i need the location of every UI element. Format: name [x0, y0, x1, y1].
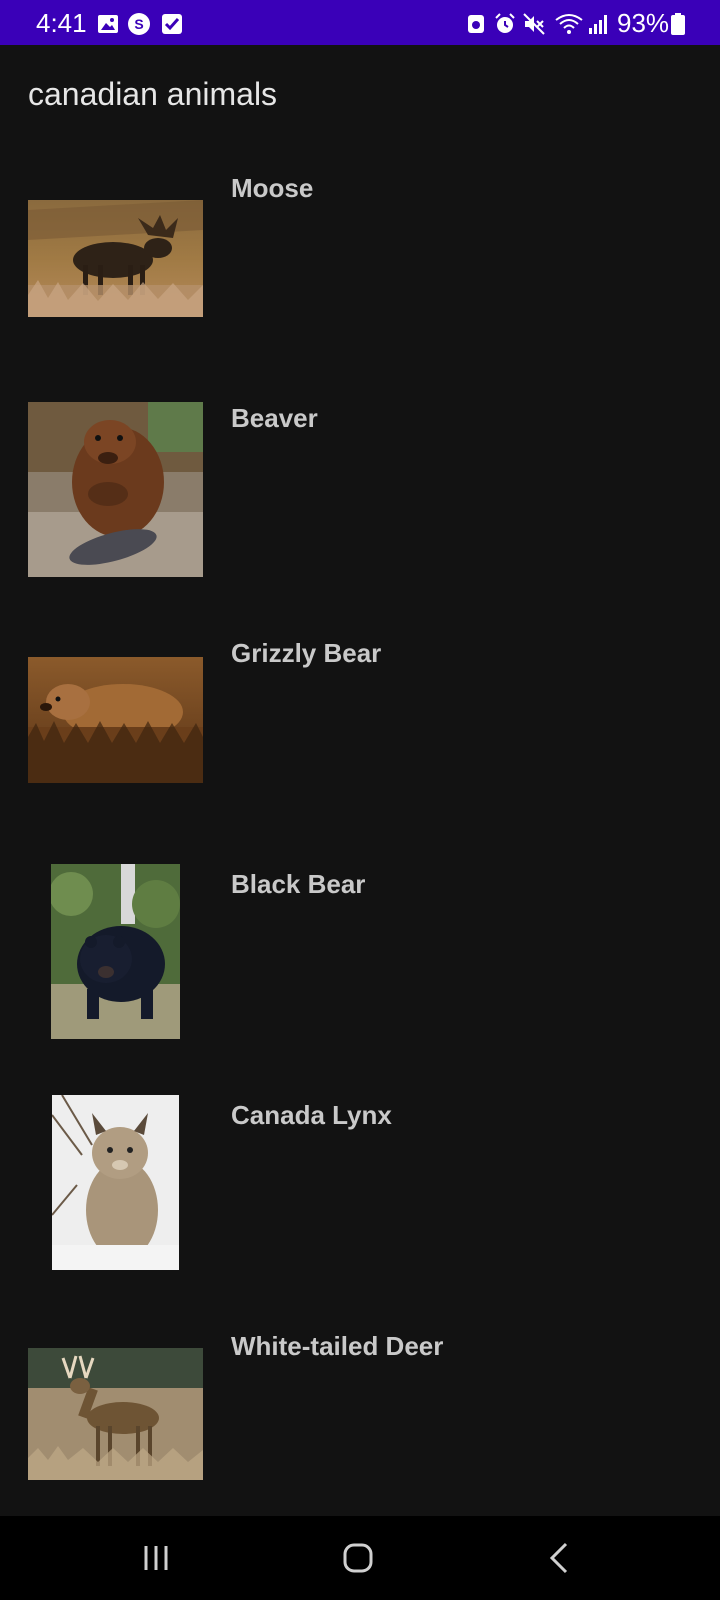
s-app-icon: S — [128, 13, 150, 35]
back-icon[interactable] — [530, 1536, 590, 1580]
page-title: canadian animals — [28, 76, 278, 112]
animal-name: Beaver — [231, 403, 318, 433]
black-bear-photo — [51, 864, 180, 1039]
svg-text:S: S — [134, 16, 143, 32]
recents-icon[interactable] — [126, 1536, 186, 1580]
home-icon[interactable] — [328, 1536, 388, 1580]
android-badge-icon — [468, 15, 484, 33]
animal-name: Canada Lynx — [231, 1100, 392, 1130]
white-tailed-deer-photo — [28, 1348, 203, 1480]
list-item-canada-lynx[interactable]: Canada Lynx — [0, 1093, 720, 1323]
status-time: 4:41 — [36, 8, 87, 38]
animal-name: Grizzly Bear — [231, 638, 382, 668]
alarm-icon — [495, 13, 515, 33]
wifi-icon — [555, 14, 583, 34]
animal-name: Moose — [231, 173, 314, 203]
canada-lynx-photo — [52, 1095, 179, 1270]
list-item-moose[interactable]: Moose — [0, 170, 720, 400]
grizzly-bear-photo — [28, 657, 203, 783]
gallery-icon — [98, 15, 118, 33]
status-bar: 4:41 S 93% — [0, 0, 720, 45]
list-item-grizzly-bear[interactable]: Grizzly Bear — [0, 631, 720, 861]
checkbox-icon — [162, 14, 182, 34]
battery-percent: 93% — [617, 8, 670, 38]
mute-icon — [523, 13, 545, 35]
battery-icon — [671, 13, 685, 35]
animal-name: White-tailed Deer — [231, 1331, 444, 1361]
list-item-black-bear[interactable]: Black Bear — [0, 862, 720, 1092]
moose-photo — [28, 200, 203, 317]
beaver-photo — [28, 402, 203, 577]
animal-name: Black Bear — [231, 869, 366, 899]
navigation-bar — [0, 1516, 720, 1600]
list-item-beaver[interactable]: Beaver — [0, 400, 720, 630]
signal-icon — [589, 15, 607, 34]
